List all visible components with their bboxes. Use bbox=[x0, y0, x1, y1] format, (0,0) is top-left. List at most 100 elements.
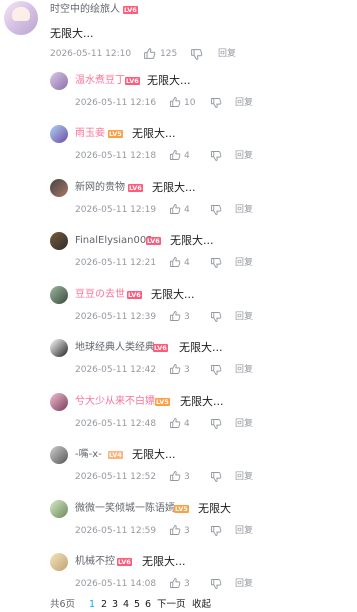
level-badge: LV6 bbox=[146, 237, 161, 245]
reply-text: 无限大... bbox=[170, 234, 214, 247]
reply-username[interactable]: 兮大少从来不白嫖 bbox=[75, 396, 155, 408]
thumb-up-icon[interactable] bbox=[143, 47, 156, 60]
reply-timestamp: 2026-05-11 12:42 bbox=[75, 365, 157, 375]
avatar[interactable] bbox=[50, 179, 68, 197]
reply-button[interactable]: 回复 bbox=[235, 311, 253, 323]
level-badge: LV5 bbox=[174, 505, 189, 513]
root-timestamp: 2026-05-11 12:10 bbox=[50, 49, 132, 59]
thumb-down-icon[interactable] bbox=[210, 525, 222, 537]
reply-button[interactable]: 回复 bbox=[235, 204, 253, 216]
thumb-down-icon[interactable] bbox=[190, 48, 203, 61]
reply-text: 无限大... bbox=[151, 288, 195, 301]
reply-timestamp: 2026-05-11 12:48 bbox=[75, 419, 157, 429]
reply-username[interactable]: 机械不控 bbox=[75, 556, 115, 568]
root-username[interactable]: 时空中的绘旅人 bbox=[50, 4, 120, 16]
reply-text: 无限大... bbox=[179, 341, 223, 354]
thumb-down-icon[interactable] bbox=[210, 418, 222, 430]
avatar[interactable] bbox=[50, 286, 68, 304]
thumb-up-icon[interactable] bbox=[169, 363, 181, 375]
avatar[interactable] bbox=[50, 232, 68, 250]
thumb-down-icon[interactable] bbox=[210, 204, 222, 216]
reply-text: 无限大... bbox=[132, 127, 176, 140]
reply-timestamp: 2026-05-11 12:16 bbox=[75, 98, 157, 108]
page-number[interactable]: 5 bbox=[134, 598, 140, 612]
next-page-button[interactable]: 下一页 bbox=[157, 598, 186, 612]
thumb-up-icon[interactable] bbox=[169, 577, 181, 589]
level-badge: LV4 bbox=[108, 451, 123, 459]
reply-username[interactable]: -嘴-x- bbox=[75, 449, 102, 461]
reply-timestamp: 2026-05-11 12:18 bbox=[75, 151, 157, 161]
reply-username[interactable]: 豆豆の去世 bbox=[75, 289, 125, 301]
thumb-down-icon[interactable] bbox=[210, 471, 222, 483]
level-badge: LV6 bbox=[128, 184, 143, 192]
reply-button[interactable]: 回复 bbox=[235, 471, 253, 483]
avatar[interactable] bbox=[50, 393, 68, 411]
thumb-down-icon[interactable] bbox=[210, 257, 222, 269]
root-comment-text: 无限大... bbox=[50, 27, 94, 40]
reply-button[interactable]: 回复 bbox=[235, 578, 253, 590]
reply-username[interactable]: 温水煮豆丁 bbox=[75, 75, 125, 87]
thumb-down-icon[interactable] bbox=[210, 578, 222, 590]
level-badge: LV5 bbox=[155, 398, 170, 406]
thumb-up-icon[interactable] bbox=[169, 310, 181, 322]
thumb-down-icon[interactable] bbox=[210, 364, 222, 376]
reply-button[interactable]: 回复 bbox=[235, 364, 253, 376]
avatar[interactable] bbox=[50, 446, 68, 464]
reply-like-count: 3 bbox=[184, 312, 190, 322]
avatar[interactable] bbox=[50, 125, 68, 143]
level-badge: LV6 bbox=[123, 6, 138, 14]
thumb-down-icon[interactable] bbox=[210, 97, 222, 109]
thumb-up-icon[interactable] bbox=[169, 96, 181, 108]
thumb-up-icon[interactable] bbox=[169, 417, 181, 429]
level-badge: LV6 bbox=[127, 291, 142, 299]
reply-username[interactable]: 雨玉妾 bbox=[75, 128, 105, 140]
page-number[interactable]: 2 bbox=[101, 598, 107, 612]
reply-timestamp: 2026-05-11 12:19 bbox=[75, 205, 157, 215]
reply-username[interactable]: 微微一笑倾城一陈语嫣 bbox=[75, 503, 175, 515]
root-like-count: 125 bbox=[160, 49, 178, 59]
reply-button[interactable]: 回复 bbox=[235, 150, 253, 162]
reply-username[interactable]: 新网的贵物 bbox=[75, 182, 125, 194]
thumb-up-icon[interactable] bbox=[169, 470, 181, 482]
page-number[interactable]: 1 bbox=[89, 598, 95, 612]
thumb-up-icon[interactable] bbox=[169, 203, 181, 215]
reply-button[interactable]: 回复 bbox=[235, 525, 253, 537]
collapse-button[interactable]: 收起 bbox=[192, 598, 211, 612]
reply-like-count: 3 bbox=[184, 472, 190, 482]
thumb-up-icon[interactable] bbox=[169, 256, 181, 268]
reply-timestamp: 2026-05-11 12:52 bbox=[75, 472, 157, 482]
thumb-down-icon[interactable] bbox=[210, 311, 222, 323]
root-comment: 时空中的绘旅人 LV6 无限大... 2026-05-11 12:10 125 … bbox=[0, 0, 357, 66]
thumb-down-icon[interactable] bbox=[210, 150, 222, 162]
reply-text: 无限大 bbox=[198, 502, 231, 515]
thumb-up-icon[interactable] bbox=[169, 149, 181, 161]
reply-like-count: 4 bbox=[184, 258, 190, 268]
reply-timestamp: 2026-05-11 12:59 bbox=[75, 526, 157, 536]
level-badge: LV6 bbox=[153, 344, 168, 352]
page-number[interactable]: 6 bbox=[145, 598, 151, 612]
avatar[interactable] bbox=[50, 339, 68, 357]
root-reply-button[interactable]: 回复 bbox=[218, 48, 236, 60]
reply-username[interactable]: 地球经典人类经典 bbox=[75, 342, 155, 354]
reply-button[interactable]: 回复 bbox=[235, 97, 253, 109]
thumb-up-icon[interactable] bbox=[169, 524, 181, 536]
reply-timestamp: 2026-05-11 14:08 bbox=[75, 579, 157, 589]
avatar[interactable] bbox=[50, 500, 68, 518]
reply-like-count: 4 bbox=[184, 205, 190, 215]
reply-button[interactable]: 回复 bbox=[235, 257, 253, 269]
reply-username[interactable]: FinalElysian003 bbox=[75, 235, 153, 247]
page-total: 共6页 bbox=[50, 599, 76, 610]
reply-text: 无限大... bbox=[142, 555, 186, 568]
avatar[interactable] bbox=[4, 1, 38, 35]
reply-text: 无限大... bbox=[180, 395, 224, 408]
reply-like-count: 4 bbox=[184, 419, 190, 429]
avatar[interactable] bbox=[50, 72, 68, 90]
reply-button[interactable]: 回复 bbox=[235, 418, 253, 430]
avatar[interactable] bbox=[50, 553, 68, 571]
reply-like-count: 10 bbox=[184, 98, 196, 108]
page-number[interactable]: 3 bbox=[112, 598, 118, 612]
reply-text: 无限大... bbox=[132, 448, 176, 461]
reply-like-count: 3 bbox=[184, 526, 190, 536]
page-number[interactable]: 4 bbox=[123, 598, 129, 612]
reply-timestamp: 2026-05-11 12:39 bbox=[75, 312, 157, 322]
